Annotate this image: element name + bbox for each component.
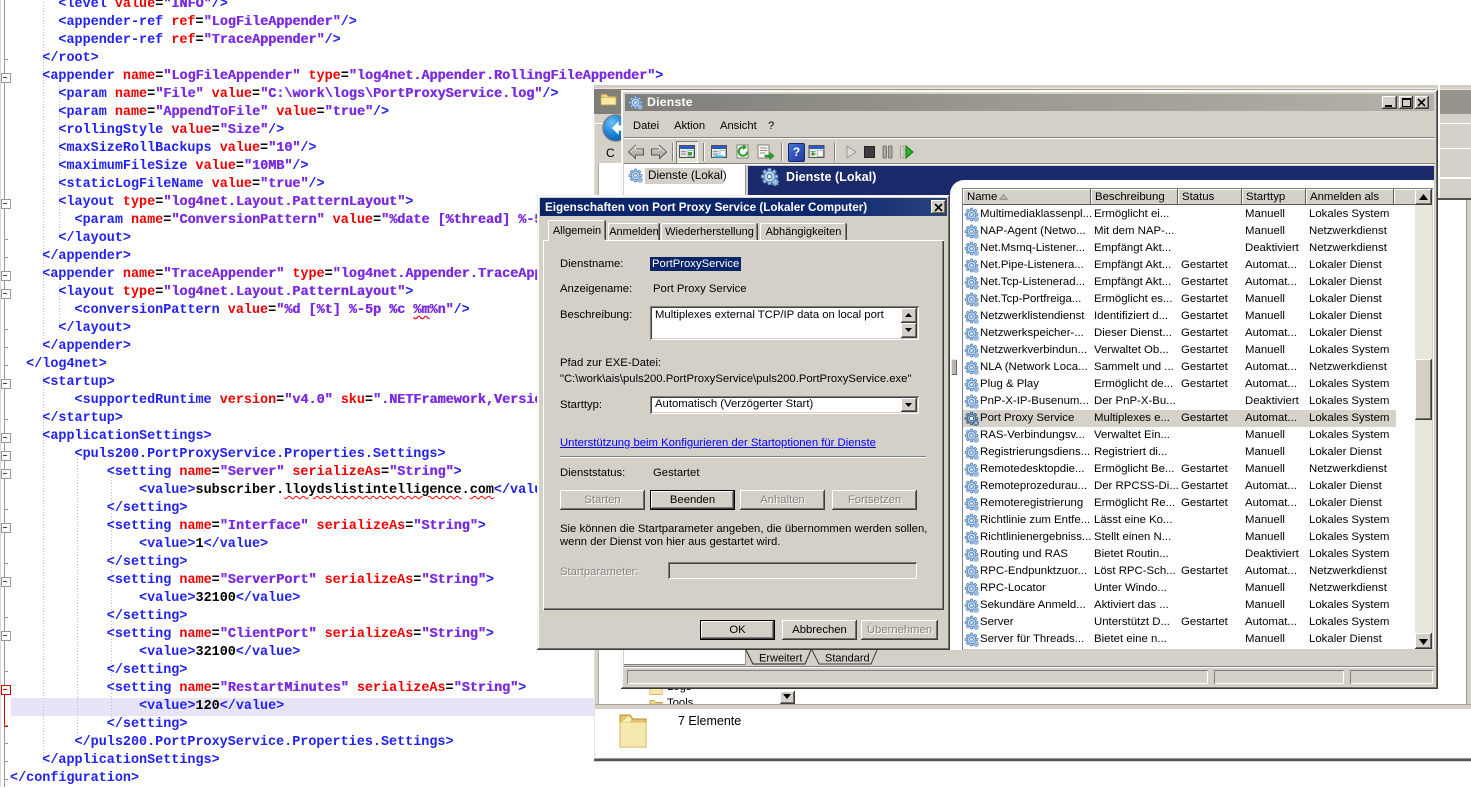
svg-text:Standard: Standard <box>825 653 870 665</box>
svg-text:Erweitert: Erweitert <box>759 653 802 665</box>
